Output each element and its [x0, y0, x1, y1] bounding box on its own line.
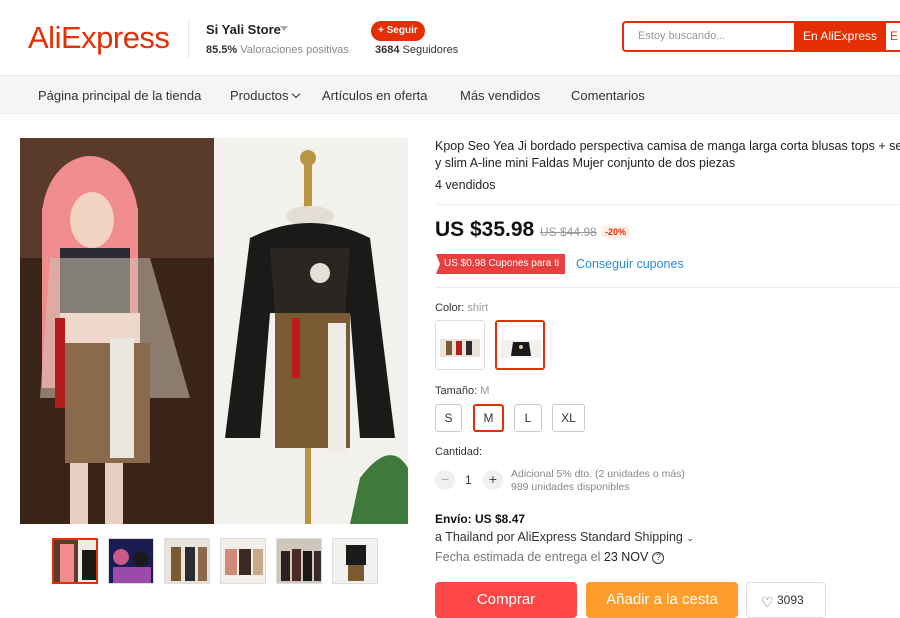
size-option-l[interactable]: L: [514, 404, 542, 432]
aliexpress-logo[interactable]: AliExpress: [28, 20, 170, 56]
add-to-cart-button[interactable]: Añadir a la cesta: [586, 582, 738, 618]
product-title-line-1: Kpop Seo Yea Ji bordado perspectiva cami…: [435, 139, 900, 153]
size-option-xl[interactable]: XL: [552, 404, 585, 432]
nav-best-sellers[interactable]: Más vendidos: [460, 88, 540, 103]
delivery-estimate: Fecha estimada de entrega el 23 NOV?: [435, 550, 665, 564]
coupon-tag[interactable]: US $0.98 Cupones para ti: [436, 254, 566, 274]
sold-count: 4 vendidos: [435, 178, 496, 192]
delivery-label: Fecha estimada de entrega el: [435, 550, 601, 564]
size-option-s[interactable]: S: [435, 404, 462, 432]
followers-count: 3684 Seguidores: [375, 44, 458, 56]
nav-store-home[interactable]: Página principal de la tienda: [38, 88, 201, 103]
shipping-cost: Envío: US $8.47: [435, 512, 526, 526]
main-product-image[interactable]: [20, 138, 408, 524]
product-title-line-2: y slim A-line mini Faldas Mujer conjunto…: [435, 156, 736, 170]
store-rating: 85.5% Valoraciones positivas: [206, 44, 349, 56]
size-label-text: Tamaño:: [435, 385, 478, 397]
discount-badge: -20%: [602, 226, 630, 238]
quantity-value[interactable]: 1: [465, 473, 472, 487]
thumbnail-5[interactable]: [276, 538, 322, 584]
thumbnail-1[interactable]: [52, 538, 98, 584]
thumbnail-4[interactable]: [220, 538, 266, 584]
current-price: US $35.98: [435, 218, 535, 241]
thumbnail-3[interactable]: [164, 538, 210, 584]
store-nav: Página principal de la tienda Productos …: [0, 76, 900, 114]
chevron-down-icon[interactable]: [280, 26, 288, 31]
nav-products-label: Productos: [230, 88, 289, 103]
get-coupons-link[interactable]: Conseguir cupones: [576, 257, 684, 271]
header: AliExpress Si Yali Store 85.5% Valoracio…: [0, 0, 900, 76]
search-aliexpress-button[interactable]: En AliExpress: [794, 21, 886, 52]
quantity-increase-button[interactable]: +: [483, 470, 503, 490]
nav-products[interactable]: Productos: [230, 88, 300, 103]
store-name[interactable]: Si Yali Store: [206, 22, 281, 37]
color-selected-value: shirt: [467, 302, 489, 314]
shipping-method-text: a Thailand por AliExpress Standard Shipp…: [435, 530, 683, 544]
follow-button[interactable]: + Seguir: [371, 21, 425, 41]
color-option-1[interactable]: [435, 320, 485, 370]
nav-reviews[interactable]: Comentarios: [571, 88, 645, 103]
delivery-date: 23 NOV: [603, 550, 649, 564]
color-label: Color: shirt: [435, 302, 488, 314]
rating-label: Valoraciones positivas: [240, 44, 349, 56]
followers-number: 3684: [375, 44, 400, 56]
followers-label: Seguidores: [402, 44, 459, 56]
quantity-label: Cantidad:: [435, 446, 483, 458]
heart-icon: ♡: [761, 594, 774, 610]
size-selected-value: M: [480, 385, 490, 397]
thumbnail-2[interactable]: [108, 538, 154, 584]
wishlist-button[interactable]: ♡ 3093: [746, 582, 826, 618]
divider: [435, 204, 900, 205]
chevron-down-icon: ⌄: [686, 533, 694, 543]
size-label: Tamaño: M: [435, 385, 489, 397]
rating-value: 85.5%: [206, 44, 238, 56]
original-price: US $44.98: [540, 225, 597, 239]
color-option-shirt[interactable]: [495, 320, 545, 370]
buy-now-button[interactable]: Comprar: [435, 582, 577, 618]
quantity-info: Adicional 5% dto. (2 unidades o más) 989…: [511, 468, 685, 494]
header-divider: [188, 20, 189, 58]
product-title: Kpop Seo Yea Ji bordado perspectiva cami…: [435, 138, 900, 172]
chevron-down-icon: [291, 89, 300, 99]
stock-available-text: 989 unidades disponibles: [511, 481, 630, 493]
shipping-method[interactable]: a Thailand por AliExpress Standard Shipp…: [435, 530, 694, 544]
bulk-discount-text: Adicional 5% dto. (2 unidades o más): [511, 468, 685, 480]
divider: [435, 287, 900, 288]
search-input[interactable]: Estoy buscando...: [622, 21, 794, 52]
size-option-m[interactable]: M: [473, 404, 504, 432]
thumbnail-6[interactable]: [332, 538, 378, 584]
help-icon[interactable]: ?: [652, 551, 665, 564]
nav-deals[interactable]: Artículos en oferta: [322, 88, 428, 103]
search-store-button[interactable]: E: [886, 21, 900, 52]
wishlist-count: 3093: [777, 593, 804, 607]
color-label-text: Color:: [435, 302, 465, 314]
quantity-decrease-button[interactable]: −: [435, 470, 455, 490]
